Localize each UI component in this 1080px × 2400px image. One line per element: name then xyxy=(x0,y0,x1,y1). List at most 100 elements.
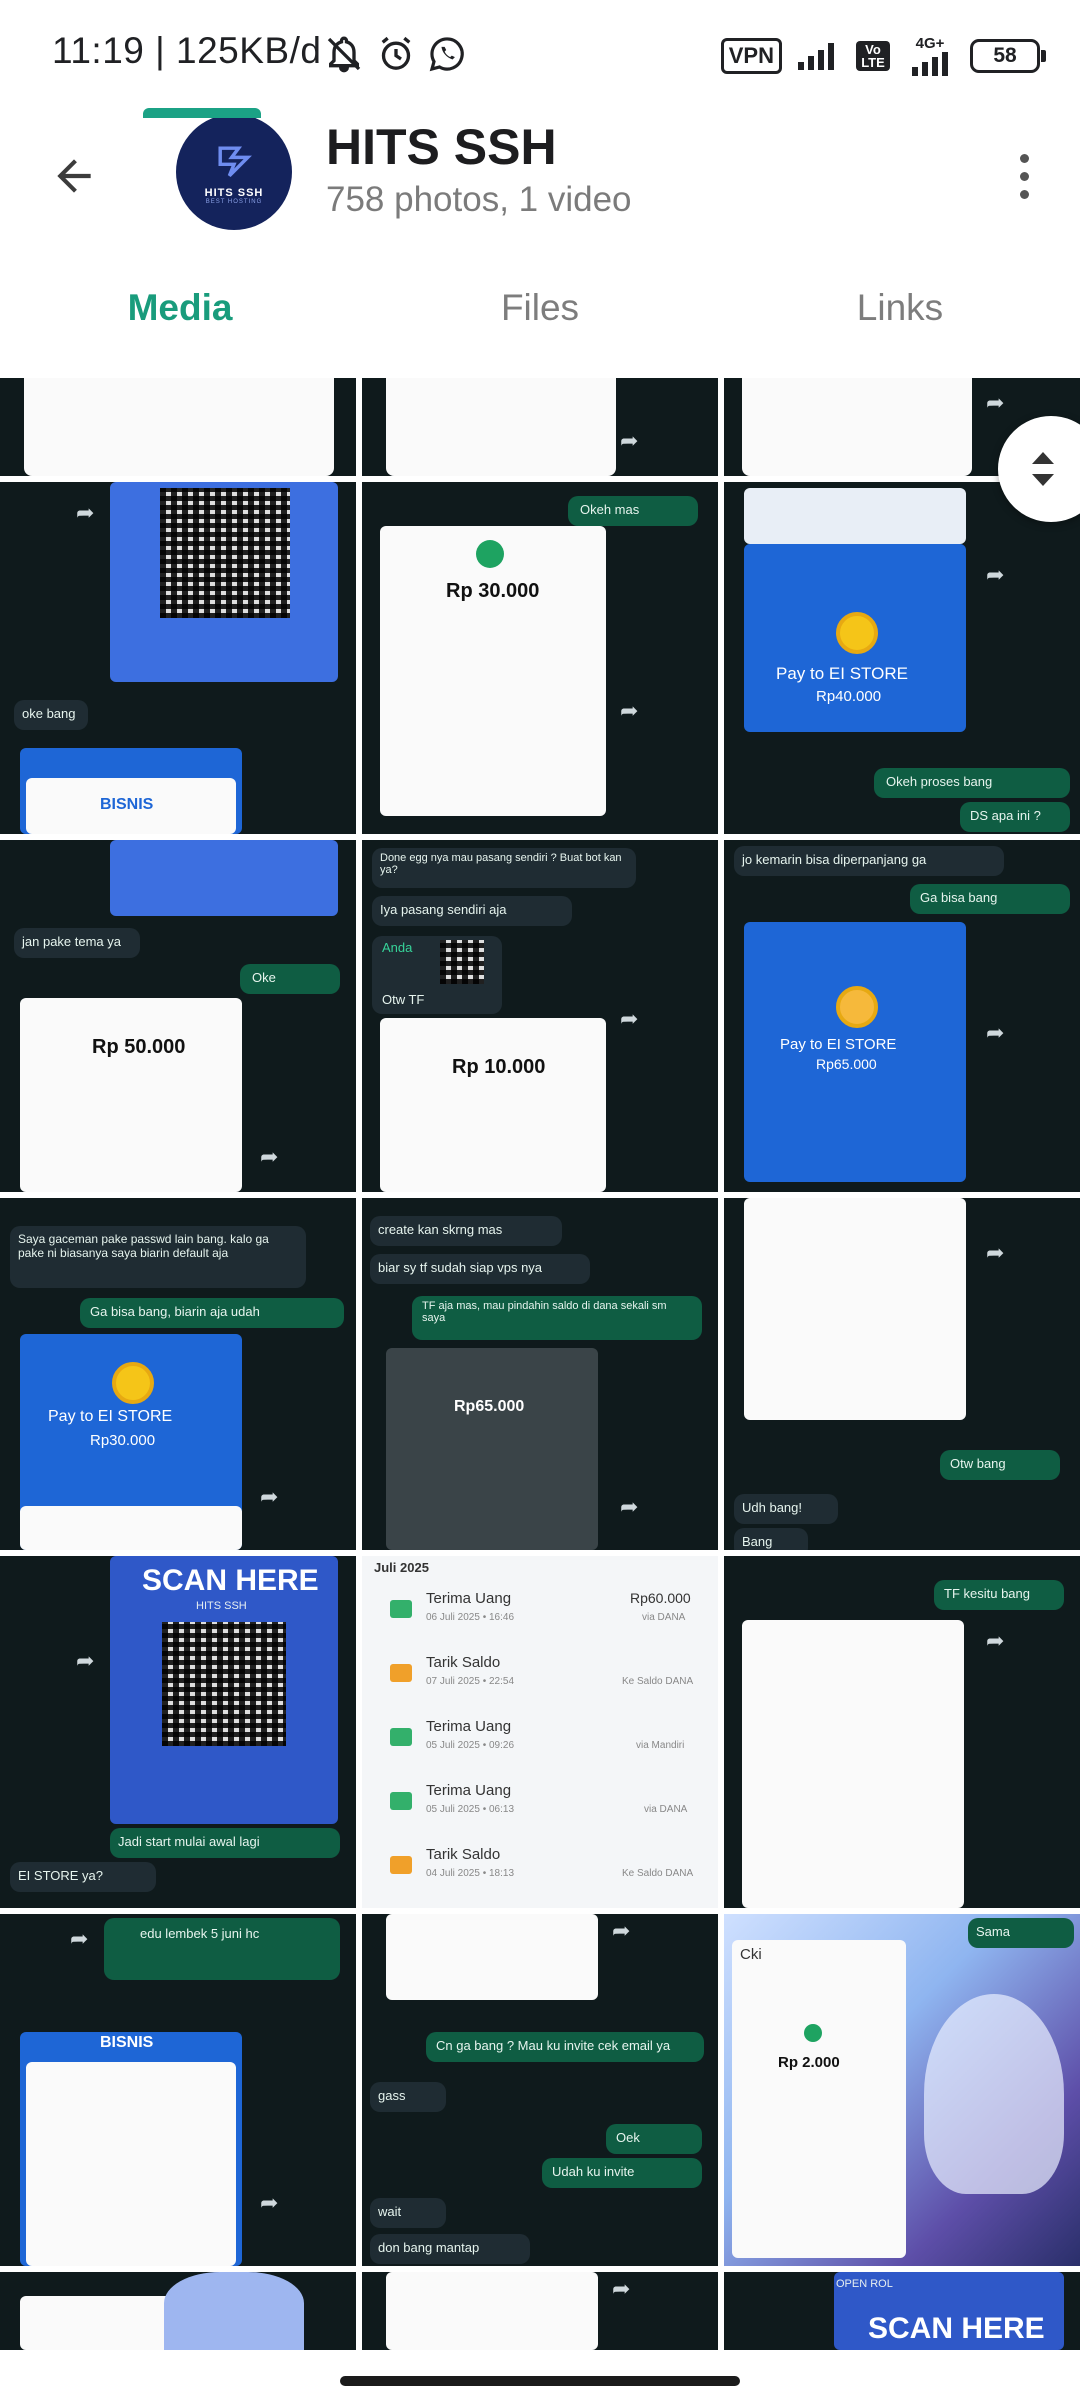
transaction-row[interactable]: Tarik Saldo 07 Juli 2025 • 22:54 Ke Sald… xyxy=(382,1650,702,1704)
message-text: jo kemarin bisa diperpanjang ga xyxy=(742,852,927,867)
withdraw-icon xyxy=(390,1856,412,1874)
message-text: Done egg nya mau pasang sendiri ? Buat b… xyxy=(380,852,622,876)
transaction-row[interactable]: Terima Uang 06 Juli 2025 • 16:46 Rp60.00… xyxy=(382,1586,702,1640)
scan-subtitle: HITS SSH xyxy=(196,1600,247,1612)
message-text: Ga bisa bang, biarin aja udah xyxy=(90,1304,260,1319)
transaction-via: Ke Saldo DANA xyxy=(622,1868,694,1879)
media-thumbnail[interactable]: jo kemarin bisa diperpanjang ga Ga bisa … xyxy=(724,840,1080,1192)
media-thumbnail[interactable]: SCAN HERE HITS SSH Jadi start mulai awal… xyxy=(0,1556,356,1908)
success-check-icon xyxy=(804,2024,822,2042)
chat-title: HITS SSH xyxy=(326,119,557,175)
message-text: Iya pasang sendiri aja xyxy=(380,902,507,917)
signal-icon-2 xyxy=(912,51,948,76)
alarm-icon xyxy=(381,36,411,70)
message-text: Anda xyxy=(382,940,413,955)
message-text: biar sy tf sudah siap vps nya xyxy=(378,1260,543,1275)
message-text: Jadi start mulai awal lagi xyxy=(118,1834,260,1849)
transaction-value: Rp60.000 xyxy=(630,1590,691,1606)
forward-icon: ➦ xyxy=(76,1648,95,1673)
navigation-bar xyxy=(0,2350,1080,2400)
message-text: TF kesitu bang xyxy=(944,1586,1030,1601)
message-text: Cki xyxy=(740,1946,762,1963)
transaction-via: via DANA xyxy=(644,1804,688,1815)
app-header: HITS SSH BEST HOSTING HITS SSH 758 photo… xyxy=(0,100,1080,260)
volte-badge: Vo LTE xyxy=(856,41,890,71)
message-text: Oek xyxy=(616,2130,640,2145)
media-thumbnail[interactable] xyxy=(0,2272,356,2350)
group-avatar[interactable]: HITS SSH BEST HOSTING xyxy=(176,114,292,230)
message-text: Otw TF xyxy=(382,992,425,1007)
message-text: jan pake tema ya xyxy=(22,934,122,949)
transaction-via: Ke Saldo DANA xyxy=(622,1676,694,1687)
status-system-icons: VPN Vo LTE 4G+ 58 xyxy=(720,32,1046,80)
signal-icon xyxy=(798,43,834,70)
message-text: gass xyxy=(378,2088,406,2103)
payment-amount: Rp 2.000 xyxy=(778,2054,840,2071)
tab-files[interactable]: Files xyxy=(360,260,720,378)
forward-icon: ➦ xyxy=(70,1926,89,1951)
transaction-via: via Mandiri xyxy=(636,1740,685,1751)
media-thumbnail[interactable]: ➦ oke bang BISNIS xyxy=(0,482,356,834)
transaction-label: Terima Uang xyxy=(426,1782,512,1799)
tab-media[interactable]: Media xyxy=(0,260,360,378)
transaction-date: 04 Juli 2025 • 18:13 xyxy=(426,1868,515,1879)
transaction-row[interactable]: Terima Uang 05 Juli 2025 • 09:26 via Man… xyxy=(382,1714,702,1768)
back-button[interactable] xyxy=(38,140,110,212)
message-text: Udah ku invite xyxy=(552,2164,635,2179)
withdraw-icon xyxy=(390,1664,412,1682)
media-thumbnail[interactable]: ➦ xyxy=(362,2272,718,2350)
brand-label: BISNIS xyxy=(100,2034,154,2051)
dot-icon xyxy=(1019,171,1029,181)
media-thumbnail[interactable]: TF kesitu bang ➦ xyxy=(724,1556,1080,1908)
message-text: Oke xyxy=(252,970,276,985)
media-thumbnail[interactable]: edu lembek 5 juni hc ➦ BISNIS ➦ xyxy=(0,1914,356,2266)
message-text: TF aja mas, mau pindahin saldo di dana s… xyxy=(422,1300,667,1324)
transaction-row[interactable]: Tarik Saldo 04 Juli 2025 • 18:13 Ke Sald… xyxy=(382,1842,702,1896)
coin-icon xyxy=(112,1362,154,1404)
message-text: Saya gaceman pake passwd lain bang. kalo… xyxy=(18,1232,269,1260)
message-text: Okeh proses bang xyxy=(886,774,993,789)
media-thumbnail[interactable] xyxy=(0,378,356,476)
media-thumbnail[interactable]: OPEN ROL SCAN HERE xyxy=(724,2272,1080,2350)
network-type: 4G+ xyxy=(915,34,945,52)
message-text: Ga bisa bang xyxy=(920,890,998,905)
avatar-subtext: BEST HOSTING xyxy=(205,199,263,205)
forward-icon: ➦ xyxy=(260,1144,279,1169)
transaction-date: 05 Juli 2025 • 09:26 xyxy=(426,1740,515,1751)
home-indicator[interactable] xyxy=(340,2376,740,2386)
forward-icon: ➦ xyxy=(76,500,95,525)
more-options-button[interactable] xyxy=(994,140,1054,212)
forward-icon: ➦ xyxy=(620,1006,639,1031)
media-thumbnail[interactable]: Pay to EI STORE Rp40.000 Okeh proses ban… xyxy=(724,482,1080,834)
media-thumbnail[interactable]: ➦ Cn ga bang ? Mau ku invite cek email y… xyxy=(362,1914,718,2266)
media-thumbnail[interactable]: Done egg nya mau pasang sendiri ? Buat b… xyxy=(362,840,718,1192)
payment-amount: Rp 30.000 xyxy=(446,580,540,602)
pay-amount: Rp65.000 xyxy=(816,1056,877,1072)
success-check-icon xyxy=(476,540,504,568)
media-thumbnail[interactable]: ➦ xyxy=(362,378,718,476)
media-thumbnail[interactable]: Otw bang Udh bang! Bang ➦ xyxy=(724,1198,1080,1550)
network-indicator: 4G+ xyxy=(904,36,956,77)
payment-amount: Rp 10.000 xyxy=(452,1056,546,1078)
media-thumbnail[interactable]: Okeh mas Rp 30.000 ➦ xyxy=(362,482,718,834)
transaction-label: Tarik Saldo xyxy=(426,1846,501,1863)
media-thumbnail[interactable]: jan pake tema ya Oke Rp 50.000 ➦ xyxy=(0,840,356,1192)
transaction-label: Tarik Saldo xyxy=(426,1654,501,1671)
coin-icon xyxy=(836,612,878,654)
transaction-date: 05 Juli 2025 • 06:13 xyxy=(426,1804,515,1815)
media-thumbnail[interactable]: Juli 2025 Terima Uang 06 Juli 2025 • 16:… xyxy=(362,1556,718,1908)
pay-label: Pay to EI STORE xyxy=(780,1036,897,1053)
transaction-row[interactable]: Terima Uang 05 Juli 2025 • 06:13 via DAN… xyxy=(382,1778,702,1832)
message-text: don bang mantap xyxy=(378,2240,480,2255)
tab-links[interactable]: Links xyxy=(720,260,1080,378)
wallet-icon xyxy=(390,1728,412,1746)
month-label: Juli 2025 xyxy=(374,1560,429,1575)
transaction-label: Terima Uang xyxy=(426,1590,512,1607)
forward-icon: ➦ xyxy=(986,562,1005,587)
media-thumbnail[interactable]: Cki Rp 2.000 Sama xyxy=(724,1914,1080,2266)
message-text: Udh bang! xyxy=(742,1500,802,1515)
media-thumbnail[interactable]: Saya gaceman pake passwd lain bang. kalo… xyxy=(0,1198,356,1550)
forward-icon: ➦ xyxy=(620,428,639,453)
pay-label: Pay to EI STORE xyxy=(776,664,908,683)
media-thumbnail[interactable]: create kan skrng mas biar sy tf sudah si… xyxy=(362,1198,718,1550)
